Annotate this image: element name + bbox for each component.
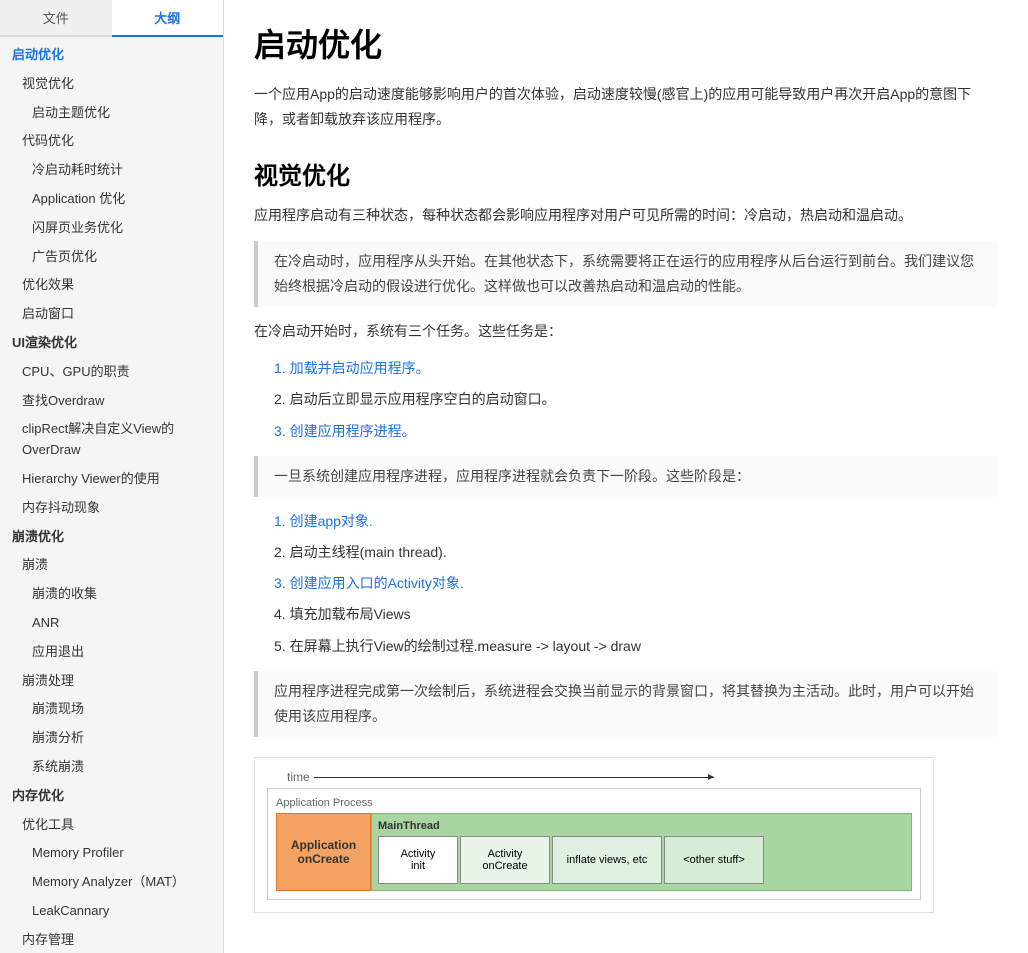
sidebar-item-memory-opt[interactable]: 内存优化 [0, 782, 223, 811]
section1-title: 视觉优化 [254, 156, 998, 191]
sidebar-item-cliprect[interactable]: clipRect解决自定义View的OverDraw [0, 415, 223, 465]
sidebar-item-opt-tools[interactable]: 优化工具 [0, 811, 223, 840]
sidebar-item-crash-scene[interactable]: 崩溃现场 [0, 695, 223, 724]
list-item: 1. 创建app对象. [274, 509, 998, 534]
intro-paragraph: 一个应用App的启动速度能够影响用户的首次体验，启动速度较慢(感官上)的应用可能… [254, 82, 998, 132]
sidebar-item-startup-theme-opt[interactable]: 启动主题优化 [0, 99, 223, 128]
sidebar-item-memory-manage[interactable]: 内存管理 [0, 926, 223, 953]
main-content: 启动优化 一个应用App的启动速度能够影响用户的首次体验，启动速度较慢(感官上)… [224, 0, 1028, 953]
page-title: 启动优化 [254, 20, 998, 66]
list-item: 5. 在屏幕上执行View的绘制过程.measure -> layout -> … [274, 634, 998, 659]
sidebar-item-crash-handle[interactable]: 崩溃处理 [0, 667, 223, 696]
app-box-line1: Application [291, 838, 356, 852]
list-item: 4. 填充加载布局Views [274, 602, 998, 627]
time-arrow [314, 777, 714, 778]
stages-list: 1. 创建app对象. 2. 启动主线程(main thread). 3. 创建应用… [274, 509, 998, 659]
process-diagram: Application Process Application onCreate… [267, 788, 921, 900]
thread-boxes: Activity initActivity onCreateinflate vi… [378, 836, 905, 884]
list-item: 3. 创建应用程序进程。 [274, 419, 998, 444]
time-label: time [267, 770, 921, 784]
process-label: Application Process [276, 797, 912, 809]
main-thread-label: MainThread [378, 820, 905, 832]
process-row: Application onCreate MainThread Activity… [276, 813, 912, 891]
sidebar-item-cpu-gpu[interactable]: CPU、GPU的职责 [0, 358, 223, 387]
blockquote-1: 在冷启动时，应用程序从头开始。在其他状态下，系统需要将正在运行的应用程序从后台运… [254, 241, 998, 307]
tasks-intro: 在冷启动开始时，系统有三个任务。这些任务是： [254, 319, 998, 344]
sidebar-item-memory-profiler[interactable]: Memory Profiler [0, 839, 223, 868]
list-item: 1. 加载并启动应用程序。 [274, 356, 998, 381]
sidebar-item-crash-collect[interactable]: 崩溃的收集 [0, 580, 223, 609]
sidebar-item-sys-crash[interactable]: 系统崩溃 [0, 753, 223, 782]
app-oncreate-box: Application onCreate [276, 813, 371, 891]
list-item: 2. 启动主线程(main thread). [274, 540, 998, 565]
thread-box-inflate-views: inflate views, etc [552, 836, 662, 884]
sidebar-item-cold-start-time[interactable]: 冷启动耗时统计 [0, 156, 223, 185]
sidebar-item-anr[interactable]: ANR [0, 609, 223, 638]
sidebar-item-application-opt[interactable]: Application 优化 [0, 185, 223, 214]
sidebar-item-app-exit[interactable]: 应用退出 [0, 638, 223, 667]
sidebar-item-startup-opt[interactable]: 启动优化 [0, 41, 223, 70]
main-thread-section: MainThread Activity initActivity onCreat… [371, 813, 912, 891]
sidebar-item-ui-render-opt[interactable]: UI渲染优化 [0, 329, 223, 358]
tab-outline[interactable]: 大纲 [112, 0, 224, 37]
section1-paragraph: 应用程序启动有三种状态，每种状态都会影响应用程序对用户可见所需的时间：冷启动，热… [254, 203, 998, 228]
sidebar-item-crash-analysis[interactable]: 崩溃分析 [0, 724, 223, 753]
sidebar-item-code-opt[interactable]: 代码优化 [0, 127, 223, 156]
thread-box-other-stuff: <other stuff> [664, 836, 764, 884]
sidebar-item-crash-opt[interactable]: 崩溃优化 [0, 523, 223, 552]
list-item: 2. 启动后立即显示应用程序空白的启动窗口。 [274, 387, 998, 412]
tab-file[interactable]: 文件 [0, 0, 112, 37]
blockquote-3: 应用程序进程完成第一次绘制后，系统进程会交换当前显示的背景窗口，将其替换为主活动… [254, 671, 998, 737]
sidebar-item-leak-cannary[interactable]: LeakCannary [0, 897, 223, 926]
tasks-list: 1. 加载并启动应用程序。 2. 启动后立即显示应用程序空白的启动窗口。 3. 创建… [274, 356, 998, 444]
thread-box-activity-init: Activity init [378, 836, 458, 884]
thread-box-activity-oncreate: Activity onCreate [460, 836, 550, 884]
sidebar-item-flash-screen-opt[interactable]: 闪屏页业务优化 [0, 214, 223, 243]
performance-diagram: time Application Process Application onC… [254, 757, 934, 913]
blockquote-2: 一旦系统创建应用程序进程，应用程序进程就会负责下一阶段。这些阶段是： [254, 456, 998, 497]
sidebar-item-opt-effect[interactable]: 优化效果 [0, 271, 223, 300]
sidebar-navigation: 启动优化视觉优化启动主题优化代码优化冷启动耗时统计Application 优化闪… [0, 37, 223, 953]
sidebar-item-ad-page-opt[interactable]: 广告页优化 [0, 243, 223, 272]
list-item: 3. 创建应用入口的Activity对象. [274, 571, 998, 596]
app-box-line2: onCreate [297, 852, 349, 866]
sidebar-item-memory-jitter[interactable]: 内存抖动现象 [0, 494, 223, 523]
sidebar-item-find-overdraw[interactable]: 查找Overdraw [0, 387, 223, 416]
sidebar-item-startup-window[interactable]: 启动窗口 [0, 300, 223, 329]
sidebar-item-memory-analyzer[interactable]: Memory Analyzer（MAT） [0, 868, 223, 897]
sidebar-tabs: 文件 大纲 [0, 0, 223, 37]
sidebar-item-hierarchy-viewer[interactable]: Hierarchy Viewer的使用 [0, 465, 223, 494]
sidebar-item-crash[interactable]: 崩溃 [0, 551, 223, 580]
sidebar: 文件 大纲 启动优化视觉优化启动主题优化代码优化冷启动耗时统计Applicati… [0, 0, 224, 953]
sidebar-item-visual-opt[interactable]: 视觉优化 [0, 70, 223, 99]
